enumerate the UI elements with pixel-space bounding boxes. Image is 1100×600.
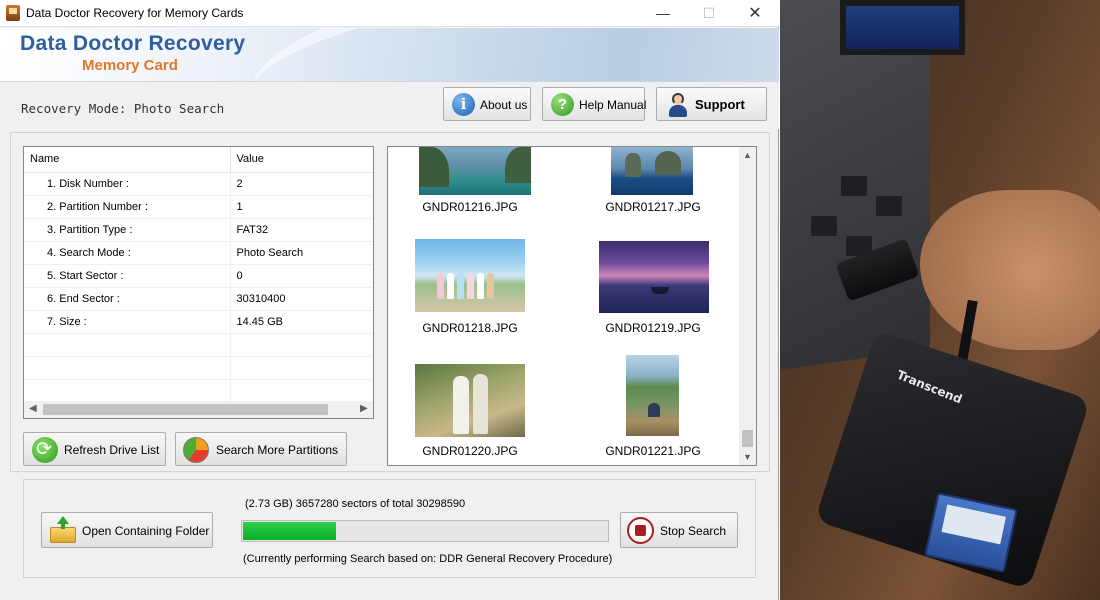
recovered-photos-viewer[interactable]: GNDR01216.JPG GNDR01217.JPG GNDR01218.JP… <box>387 146 757 466</box>
empty-row <box>24 379 373 403</box>
sectors-progress-text: (2.73 GB) 3657280 sectors of total 30298… <box>245 498 466 510</box>
stop-icon <box>627 517 654 544</box>
photo-thumbnail[interactable] <box>626 355 679 436</box>
vertical-scrollbar[interactable]: ▲ ▼ <box>739 147 756 465</box>
table-row[interactable]: 3. Partition Type : FAT32 <box>24 218 373 242</box>
banner-swoosh <box>241 28 779 81</box>
photo-thumbnail[interactable] <box>611 147 693 195</box>
brand-title: Data Doctor Recovery <box>20 32 246 55</box>
table-row[interactable]: 2. Partition Number :1 <box>24 195 373 219</box>
row-name: 7. Size : <box>24 310 231 334</box>
refresh-icon <box>32 437 58 463</box>
progress-bar-fill <box>243 522 336 540</box>
scroll-right-icon[interactable]: ▶ <box>360 403 368 414</box>
search-more-partitions-button[interactable]: Search More Partitions <box>175 432 347 466</box>
horizontal-scrollbar[interactable]: ◀ ▶ <box>24 401 373 418</box>
title-bar: Data Doctor Recovery for Memory Cards — … <box>0 0 779 27</box>
hand-image <box>920 190 1100 350</box>
support-button[interactable]: Support <box>656 87 767 121</box>
brand-subtitle: Memory Card <box>82 57 178 74</box>
photo-thumbnail[interactable] <box>419 147 531 195</box>
memory-card-reader-photo: Transcend <box>780 0 1100 600</box>
table-header-row: Name Value <box>24 147 373 173</box>
table-row[interactable]: 5. Start Sector :0 <box>24 264 373 288</box>
laptop-screen <box>840 0 965 55</box>
open-containing-folder-button[interactable]: Open Containing Folder <box>41 512 213 548</box>
maximize-button[interactable]: ☐ <box>686 0 732 27</box>
photo-thumbnail[interactable] <box>599 241 709 313</box>
row-name: 1. Disk Number : <box>24 172 231 196</box>
help-icon: ? <box>551 93 574 116</box>
details-table: Name Value 1. Disk Number :2 2. Partitio… <box>24 147 373 403</box>
row-value: 30310400 <box>230 287 373 311</box>
row-name: 4. Search Mode : <box>24 241 231 265</box>
scrollbar-thumb[interactable] <box>43 404 328 415</box>
table-row[interactable]: 6. End Sector :30310400 <box>24 287 373 311</box>
header-banner: Data Doctor Recovery Memory Card <box>0 28 779 81</box>
app-window: Data Doctor Recovery for Memory Cards — … <box>0 0 779 600</box>
about-us-button[interactable]: i About us <box>443 87 531 121</box>
stop-search-label: Stop Search <box>660 524 727 538</box>
row-value: 1 <box>230 195 373 219</box>
support-label: Support <box>695 97 745 112</box>
photo-filename: GNDR01218.JPG <box>422 321 518 335</box>
row-value: 14.45 GB <box>230 310 373 334</box>
row-name: 6. End Sector : <box>24 287 231 311</box>
empty-row <box>24 356 373 380</box>
column-header-value[interactable]: Value <box>230 147 373 173</box>
search-progress-bar <box>241 520 609 542</box>
row-name: 3. Partition Type : <box>24 218 231 242</box>
empty-row <box>24 333 373 357</box>
photo-thumbnail[interactable] <box>415 364 525 437</box>
photo-thumbnail[interactable] <box>415 239 525 312</box>
row-name: 5. Start Sector : <box>24 264 231 288</box>
help-manual-label: Help Manual <box>579 98 647 112</box>
keyboard-key <box>810 215 838 237</box>
stop-search-button[interactable]: Stop Search <box>620 512 738 548</box>
close-button[interactable]: ✕ <box>732 0 778 27</box>
row-value: Photo Search <box>230 241 373 265</box>
about-us-label: About us <box>480 98 528 112</box>
mode-bar: Recovery Mode: Photo Search i About us ?… <box>0 81 779 129</box>
help-manual-button[interactable]: ? Help Manual <box>542 87 647 121</box>
table-row[interactable]: 7. Size :14.45 GB <box>24 310 373 334</box>
search-status-text: (Currently performing Search based on: D… <box>243 553 613 565</box>
scroll-up-icon[interactable]: ▲ <box>743 150 752 160</box>
photo-filename: GNDR01217.JPG <box>605 200 701 214</box>
app-icon <box>6 5 20 21</box>
search-more-label: Search More Partitions <box>216 443 339 457</box>
refresh-label: Refresh Drive List <box>64 443 160 457</box>
scrollbar-thumb[interactable] <box>742 430 753 447</box>
column-header-name[interactable]: Name <box>24 147 231 173</box>
minimize-button[interactable]: — <box>640 0 686 27</box>
refresh-drive-list-button[interactable]: Refresh Drive List <box>23 432 166 466</box>
window-title: Data Doctor Recovery for Memory Cards <box>26 6 244 20</box>
photo-filename: GNDR01216.JPG <box>422 200 518 214</box>
row-value: 2 <box>230 172 373 196</box>
keyboard-key <box>840 175 868 197</box>
open-folder-label: Open Containing Folder <box>82 524 210 538</box>
table-row[interactable]: 1. Disk Number :2 <box>24 172 373 196</box>
photo-filename: GNDR01220.JPG <box>422 444 518 458</box>
row-value: 0 <box>230 264 373 288</box>
row-value: FAT32 <box>230 218 373 242</box>
scroll-down-icon[interactable]: ▼ <box>743 452 752 462</box>
partition-details-grid[interactable]: Name Value 1. Disk Number :2 2. Partitio… <box>23 146 374 419</box>
photo-filename: GNDR01219.JPG <box>605 321 701 335</box>
support-person-icon <box>667 92 689 118</box>
pie-chart-icon <box>183 437 209 463</box>
info-icon: i <box>452 93 475 116</box>
row-name: 2. Partition Number : <box>24 195 231 219</box>
table-row[interactable]: 4. Search Mode : Photo Search <box>24 241 373 265</box>
recovery-mode-label: Recovery Mode: Photo Search <box>21 101 225 116</box>
keyboard-key <box>875 195 903 217</box>
photo-filename: GNDR01221.JPG <box>605 444 701 458</box>
scroll-left-icon[interactable]: ◀ <box>29 403 37 414</box>
folder-icon <box>49 516 77 544</box>
